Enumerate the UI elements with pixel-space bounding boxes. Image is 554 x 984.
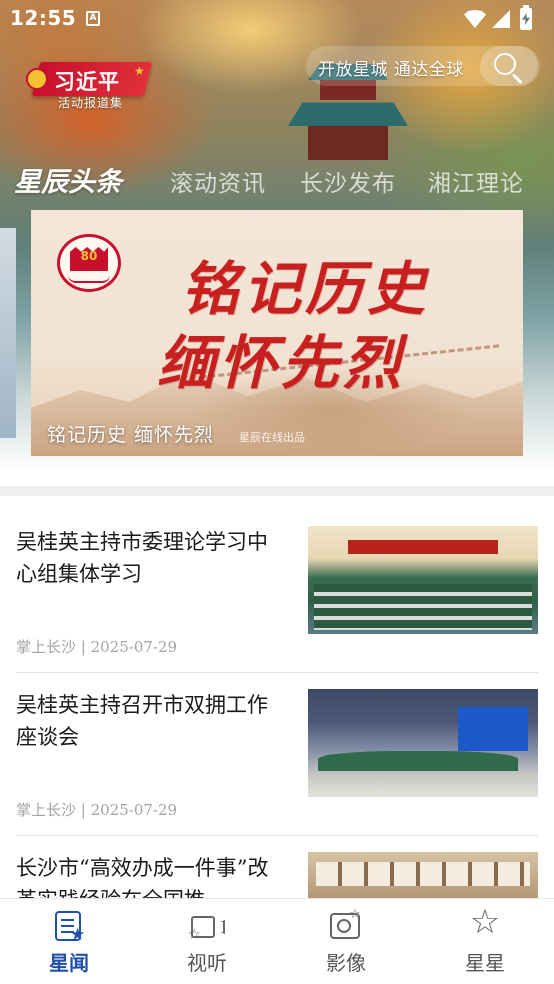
tab-gundong-zixun[interactable]: 滚动资讯 [170,164,266,198]
section-divider [0,486,554,496]
tab-changsha-fabu[interactable]: 长沙发布 [300,164,396,198]
news-title: 吴桂英主持召开市双拥工作座谈会 [16,693,268,749]
news-title: 吴桂英主持市委理论学习中心组集体学习 [16,530,268,586]
nav-xingxing[interactable]: ☆ 星星 [416,899,554,984]
news-thumbnail [308,526,538,634]
carousel-prev-card[interactable] [0,228,16,438]
tab-xingchen-toutiao[interactable]: 星辰头条 [14,160,122,199]
news-thumbnail [308,689,538,797]
news-title: 长沙市“高效办成一件事”改革实践经验在全国推 [16,856,269,898]
news-item[interactable]: 吴桂英主持市委理论学习中心组集体学习 掌上长沙 | 2025-07-29 [16,496,538,673]
search-bar[interactable]: 开放星城 通达全球 [306,46,540,86]
nav-label: 视听 [187,951,227,975]
status-bar: 12:55 A [0,0,554,38]
news-meta: 掌上长沙 | 2025-07-29 [16,638,178,656]
news-list: 吴桂英主持市委理论学习中心组集体学习 掌上长沙 | 2025-07-29 吴桂英… [0,496,554,898]
banner-caption: 铭记历史 缅怀先烈 [47,424,215,446]
search-icon [494,53,516,75]
star-icon: ☆ [469,902,501,942]
battery-charging-icon [520,5,532,30]
wifi-icon [464,10,486,28]
anniversary-badge: 80 [57,234,121,292]
search-button[interactable] [480,46,538,86]
nav-label: 影像 [326,951,366,975]
brand-subtitle: 活动报道集 [58,96,124,110]
cell-signal-icon [492,10,510,28]
banner-credit: 星辰在线出品 [239,431,305,444]
brand-name: 习近平 [54,69,120,94]
nav-shiting[interactable]: ☆ 视听 [138,899,276,984]
nav-xingwen[interactable]: ★ 星闻 [0,899,138,984]
banner-headline-line1: 铭记历史 [181,255,430,323]
photo-camera-icon: ☆ [327,907,365,943]
news-thumbnail [308,852,538,898]
badge-number: 80 [80,249,98,263]
notification-a-icon: A [86,11,100,26]
status-icons [464,5,544,30]
channel-tabs: 星辰头条 滚动资讯 长沙发布 湘江理论 [0,158,554,206]
bottom-navigation: ★ 星闻 ☆ 视听 ☆ 影像 ☆ 星星 [0,898,554,984]
news-star-icon: ★ [50,909,88,945]
status-time: 12:55 [10,6,77,30]
banner-headline: 铭记历史 缅怀先烈 [157,252,430,400]
video-camera-icon: ☆ [188,909,226,943]
tab-xiangjiang-lilun[interactable]: 湘江理论 [428,164,524,198]
banner-carousel[interactable]: 80 铭记历史 缅怀先烈 铭记历史 缅怀先烈 星辰在线出品 [31,210,523,456]
nav-label: 星星 [465,951,505,975]
news-item[interactable]: 吴桂英主持召开市双拥工作座谈会 掌上长沙 | 2025-07-29 [16,659,538,836]
news-meta: 掌上长沙 | 2025-07-29 [16,801,178,819]
brand-logo[interactable]: 习近平 ★ 活动报道集 [22,52,153,112]
party-emblem-icon [26,68,48,90]
news-item[interactable]: 长沙市“高效办成一件事”改革实践经验在全国推 [16,822,538,898]
star-icon: ★ [134,64,145,78]
banner-headline-line2: 缅怀先烈 [157,329,406,397]
nav-yingxiang[interactable]: ☆ 影像 [277,899,415,984]
search-placeholder: 开放星城 通达全球 [318,60,464,80]
nav-label: 星闻 [49,951,89,975]
